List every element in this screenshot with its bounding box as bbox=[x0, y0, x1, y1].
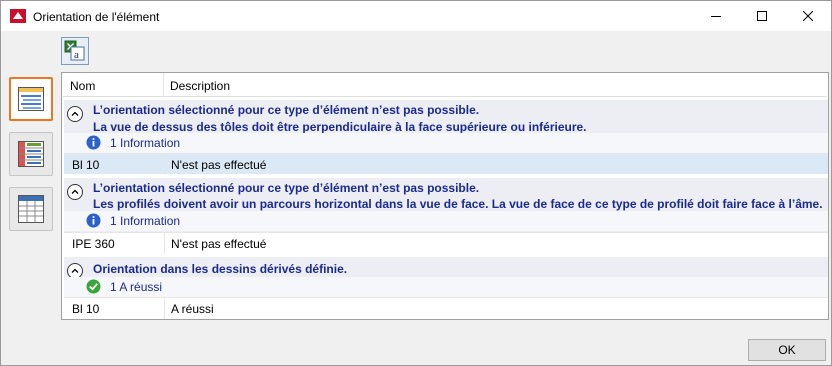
column-description[interactable]: Description bbox=[170, 79, 230, 93]
column-nom[interactable]: Nom bbox=[70, 79, 95, 93]
cell-nom: Bl 10 bbox=[72, 302, 100, 316]
hicad-logo-icon bbox=[10, 9, 26, 23]
info-icon bbox=[86, 135, 101, 150]
table-row[interactable]: Bl 10 A réussi bbox=[64, 297, 828, 319]
window-title: Orientation de l'élément bbox=[33, 10, 160, 24]
table-row[interactable]: IPE 360 N'est pas effectué bbox=[64, 232, 828, 254]
chevron-up-icon bbox=[71, 111, 79, 116]
group-message-line1: L’orientation sélectionné pour ce type d… bbox=[93, 181, 480, 195]
close-button[interactable] bbox=[785, 1, 831, 31]
chevron-up-icon bbox=[71, 189, 79, 194]
group-message-line1: Orientation dans les dessins dérivés déf… bbox=[93, 262, 348, 276]
close-icon bbox=[803, 11, 813, 21]
cell-description: N'est pas effectué bbox=[171, 158, 267, 172]
cell-separator bbox=[164, 298, 165, 319]
table-header-view-icon bbox=[18, 195, 44, 223]
group-message-line2: Les profilés doivent avoir un parcours h… bbox=[93, 197, 823, 211]
excel-export-icon: a bbox=[64, 40, 85, 61]
collapse-button[interactable] bbox=[67, 184, 83, 200]
status-label: 1 A réussi bbox=[110, 280, 163, 294]
table-row[interactable]: Bl 10 N'est pas effectué bbox=[64, 153, 828, 175]
maximize-icon bbox=[757, 11, 767, 21]
cell-description: N'est pas effectué bbox=[171, 237, 267, 251]
message-group: L’orientation sélectionné pour ce type d… bbox=[64, 100, 828, 175]
status-subgroup[interactable]: 1 A réussi bbox=[64, 277, 828, 297]
table-header-view-button[interactable] bbox=[9, 187, 53, 231]
chevron-up-icon bbox=[71, 268, 79, 273]
minimize-icon bbox=[711, 16, 721, 17]
cell-separator bbox=[164, 154, 165, 175]
dialog-window: Orientation de l'élément a Nom Descripti… bbox=[0, 0, 832, 366]
status-subgroup[interactable]: 1 Information bbox=[64, 133, 828, 153]
info-icon bbox=[86, 213, 101, 228]
status-subgroup[interactable]: 1 Information bbox=[64, 211, 828, 231]
status-label: 1 Information bbox=[110, 136, 181, 150]
message-group: L’orientation sélectionné pour ce type d… bbox=[64, 178, 828, 254]
grouped-list-view-icon bbox=[18, 87, 44, 111]
success-check-icon bbox=[86, 279, 101, 294]
svg-text:a: a bbox=[74, 49, 79, 61]
column-header: Nom Description bbox=[63, 73, 827, 97]
cell-separator bbox=[164, 233, 165, 254]
maximize-button[interactable] bbox=[739, 1, 785, 31]
export-excel-button[interactable]: a bbox=[61, 37, 89, 65]
table-view-button[interactable] bbox=[9, 132, 53, 176]
group-message-line1: L’orientation sélectionné pour ce type d… bbox=[93, 103, 480, 117]
results-panel: Nom Description L’orientation sélectionn… bbox=[61, 72, 829, 320]
minimize-button[interactable] bbox=[693, 1, 739, 31]
cell-nom: IPE 360 bbox=[72, 237, 115, 251]
title-bar[interactable]: Orientation de l'élément bbox=[1, 1, 831, 31]
message-group: Orientation dans les dessins dérivés déf… bbox=[64, 257, 828, 319]
cell-description: A réussi bbox=[171, 302, 214, 316]
cell-nom: Bl 10 bbox=[72, 158, 100, 172]
column-separator bbox=[163, 73, 164, 97]
table-view-icon bbox=[18, 141, 44, 167]
collapse-button[interactable] bbox=[67, 106, 83, 122]
group-message-line2: La vue de dessus des tôles doit être per… bbox=[93, 120, 587, 134]
status-label: 1 Information bbox=[110, 214, 181, 228]
grouped-view-button[interactable] bbox=[9, 77, 53, 121]
ok-button[interactable]: OK bbox=[748, 339, 826, 361]
